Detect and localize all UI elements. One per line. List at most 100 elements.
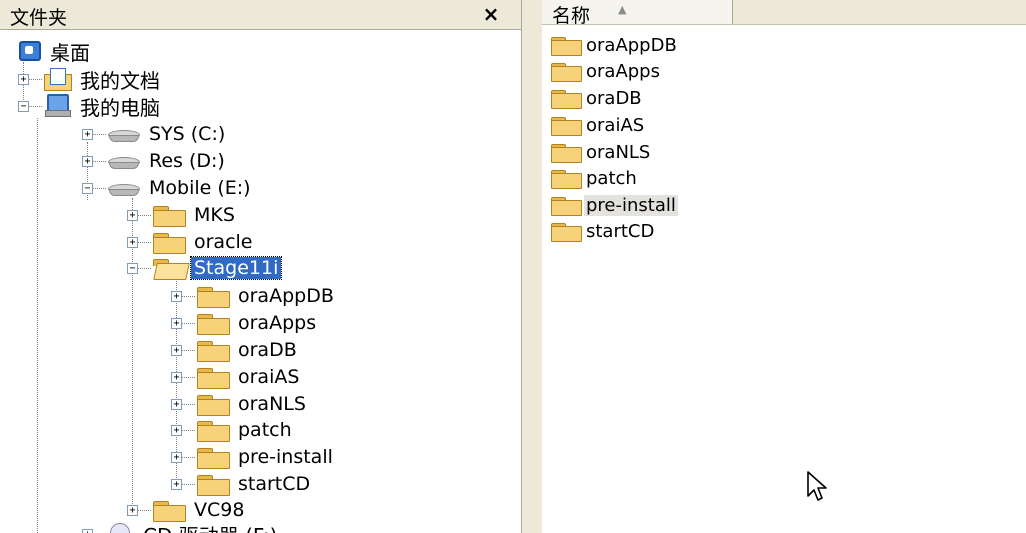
list-column-header-bar: 名称 ▲ <box>542 0 1026 27</box>
list-item[interactable]: oraDB <box>550 86 644 110</box>
tree-item-desktop[interactable]: 桌面 <box>18 38 93 65</box>
folder-icon <box>550 195 582 216</box>
folder-icon <box>196 393 230 416</box>
folder-icon <box>550 142 582 163</box>
list-item-label: oraNLS <box>586 141 651 163</box>
list-item[interactable]: patch <box>550 166 639 190</box>
tree-item-folder[interactable]: oraNLS <box>196 391 309 417</box>
collapse-minus-icon[interactable]: − <box>18 101 29 112</box>
expand-plus-icon[interactable]: + <box>127 237 138 248</box>
close-icon[interactable]: × <box>480 4 502 24</box>
list-item-label: patch <box>586 167 637 189</box>
folder-icon <box>550 88 582 109</box>
folder-pane-header: 文件夹 × <box>0 0 521 30</box>
collapse-minus-icon[interactable]: − <box>82 183 93 194</box>
my-documents-icon <box>44 68 72 91</box>
list-item[interactable]: oraAppDB <box>550 33 679 57</box>
tree-item-drive-c[interactable]: SYS (C:) <box>107 121 228 147</box>
expand-plus-icon[interactable]: + <box>127 210 138 221</box>
list-item-label: oraDB <box>586 87 642 109</box>
tree-item-label: startCD <box>238 473 311 495</box>
folder-icon <box>196 473 230 496</box>
tree-item-drive-d[interactable]: Res (D:) <box>107 148 228 174</box>
expand-plus-icon[interactable]: + <box>171 345 182 356</box>
hard-drive-icon <box>107 178 141 198</box>
folder-icon <box>550 35 582 56</box>
folder-icon <box>152 204 186 227</box>
tree-item-folder[interactable]: oraAppDB <box>196 283 337 309</box>
folder-icon <box>550 168 582 189</box>
list-item[interactable]: startCD <box>550 219 656 243</box>
pane-splitter[interactable] <box>521 0 543 533</box>
expand-plus-icon[interactable]: + <box>171 399 182 410</box>
tree-item-folder-selected[interactable]: Stage11i <box>152 255 283 281</box>
expand-plus-icon[interactable]: + <box>171 318 182 329</box>
tree-item-label: Res (D:) <box>149 150 225 172</box>
tree-item-label: VC98 <box>194 499 245 521</box>
expand-plus-icon[interactable]: + <box>127 505 138 516</box>
tree-item-label: Mobile (E:) <box>149 177 251 199</box>
hard-drive-icon <box>107 124 141 144</box>
folder-icon <box>196 339 230 362</box>
folder-icon <box>196 366 230 389</box>
list-item-label: oraApps <box>586 60 660 82</box>
expand-plus-icon[interactable]: + <box>18 74 29 85</box>
tree-item-cd-drive[interactable]: CD 驱动器 (F:) <box>107 521 280 533</box>
list-item[interactable]: oraApps <box>550 59 662 83</box>
column-header-name[interactable]: 名称 ▲ <box>542 0 733 27</box>
folder-icon <box>152 499 186 522</box>
cd-drive-icon <box>107 523 135 533</box>
tree-item-my-documents[interactable]: 我的文档 <box>44 66 163 93</box>
folder-icon <box>152 231 186 254</box>
list-item-label: oraiAS <box>586 114 645 136</box>
tree-item-label: 桌面 <box>50 40 90 65</box>
tree-item-label: oraApps <box>238 312 317 334</box>
mouse-pointer-icon <box>807 471 827 501</box>
expand-plus-icon[interactable]: + <box>82 156 93 167</box>
tree-item-drive-e[interactable]: Mobile (E:) <box>107 175 254 201</box>
folder-tree-pane: 桌面 + 我的文档 − 我的电脑 + SYS (C:) + Res (D:) −… <box>0 0 521 533</box>
tree-item-label: SYS (C:) <box>149 123 226 145</box>
tree-item-label: CD 驱动器 (F:) <box>140 520 280 533</box>
expand-plus-icon[interactable]: + <box>171 425 182 436</box>
file-list-pane: 名称 ▲ oraAppDB oraApps oraDB oraiAS oraNL… <box>542 0 1026 533</box>
tree-item-label: Stage11i <box>189 256 283 280</box>
tree-item-folder[interactable]: pre-install <box>196 444 336 470</box>
list-item-hovered[interactable]: pre-install <box>550 193 678 217</box>
expand-plus-icon[interactable]: + <box>82 129 93 140</box>
tree-item-folder[interactable]: oracle <box>152 229 256 255</box>
list-item-label: pre-install <box>584 194 678 216</box>
list-item[interactable]: oraNLS <box>550 140 652 164</box>
expand-plus-icon[interactable]: + <box>171 479 182 490</box>
tree-item-folder[interactable]: startCD <box>196 471 313 497</box>
list-item-label: startCD <box>586 220 655 242</box>
tree-item-label: oraAppDB <box>238 285 334 307</box>
tree-item-folder[interactable]: oraDB <box>196 337 300 363</box>
folder-icon <box>196 312 230 335</box>
expand-plus-icon[interactable]: + <box>82 529 93 533</box>
column-header-label: 名称 <box>552 5 591 27</box>
tree-item-label: 我的电脑 <box>80 95 160 120</box>
tree-item-folder[interactable]: patch <box>196 417 295 443</box>
my-computer-icon <box>44 94 72 118</box>
open-folder-icon <box>152 257 190 280</box>
tree-item-folder[interactable]: oraiAS <box>196 364 302 390</box>
tree-item-label: 我的文档 <box>80 68 160 93</box>
list-item-label: oraAppDB <box>586 34 677 56</box>
folder-icon <box>196 446 230 469</box>
tree-item-label: pre-install <box>238 446 333 468</box>
collapse-minus-icon[interactable]: − <box>127 263 138 274</box>
list-item[interactable]: oraiAS <box>550 113 646 137</box>
tree-item-folder[interactable]: MKS <box>152 202 238 228</box>
tree-item-folder[interactable]: oraApps <box>196 310 319 336</box>
sort-ascending-icon: ▲ <box>618 3 627 16</box>
folder-icon <box>196 419 230 442</box>
hard-drive-icon <box>107 151 141 171</box>
tree-item-my-computer[interactable]: 我的电脑 <box>44 93 163 120</box>
expand-plus-icon[interactable]: + <box>171 291 182 302</box>
expand-plus-icon[interactable]: + <box>171 372 182 383</box>
expand-plus-icon[interactable]: + <box>171 452 182 463</box>
tree-item-label: oraiAS <box>238 366 300 388</box>
tree-item-label: oraDB <box>238 339 297 361</box>
folder-tree: 桌面 + 我的文档 − 我的电脑 + SYS (C:) + Res (D:) −… <box>0 0 521 533</box>
